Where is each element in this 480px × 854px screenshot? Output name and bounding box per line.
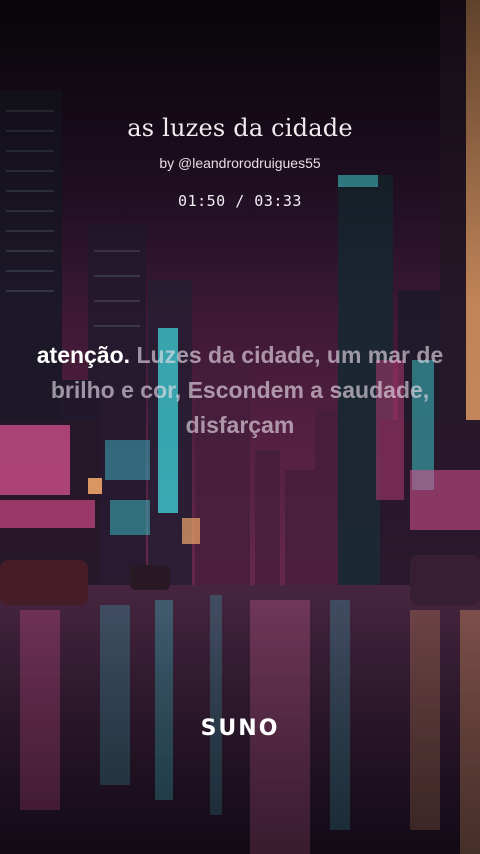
artist-byline: by @leandrorodruigues55 [159, 155, 321, 171]
suno-logo: SUNO [200, 716, 280, 741]
player-overlay: as luzes da cidade by @leandrorodruigues… [0, 0, 480, 854]
song-title: as luzes da cidade [127, 114, 353, 142]
lyrics-block: atenção. Luzes da cidade, um mar de bril… [30, 338, 450, 443]
playback-time: 01:50 / 03:33 [178, 192, 302, 210]
lyric-active: atenção. [36, 342, 131, 368]
